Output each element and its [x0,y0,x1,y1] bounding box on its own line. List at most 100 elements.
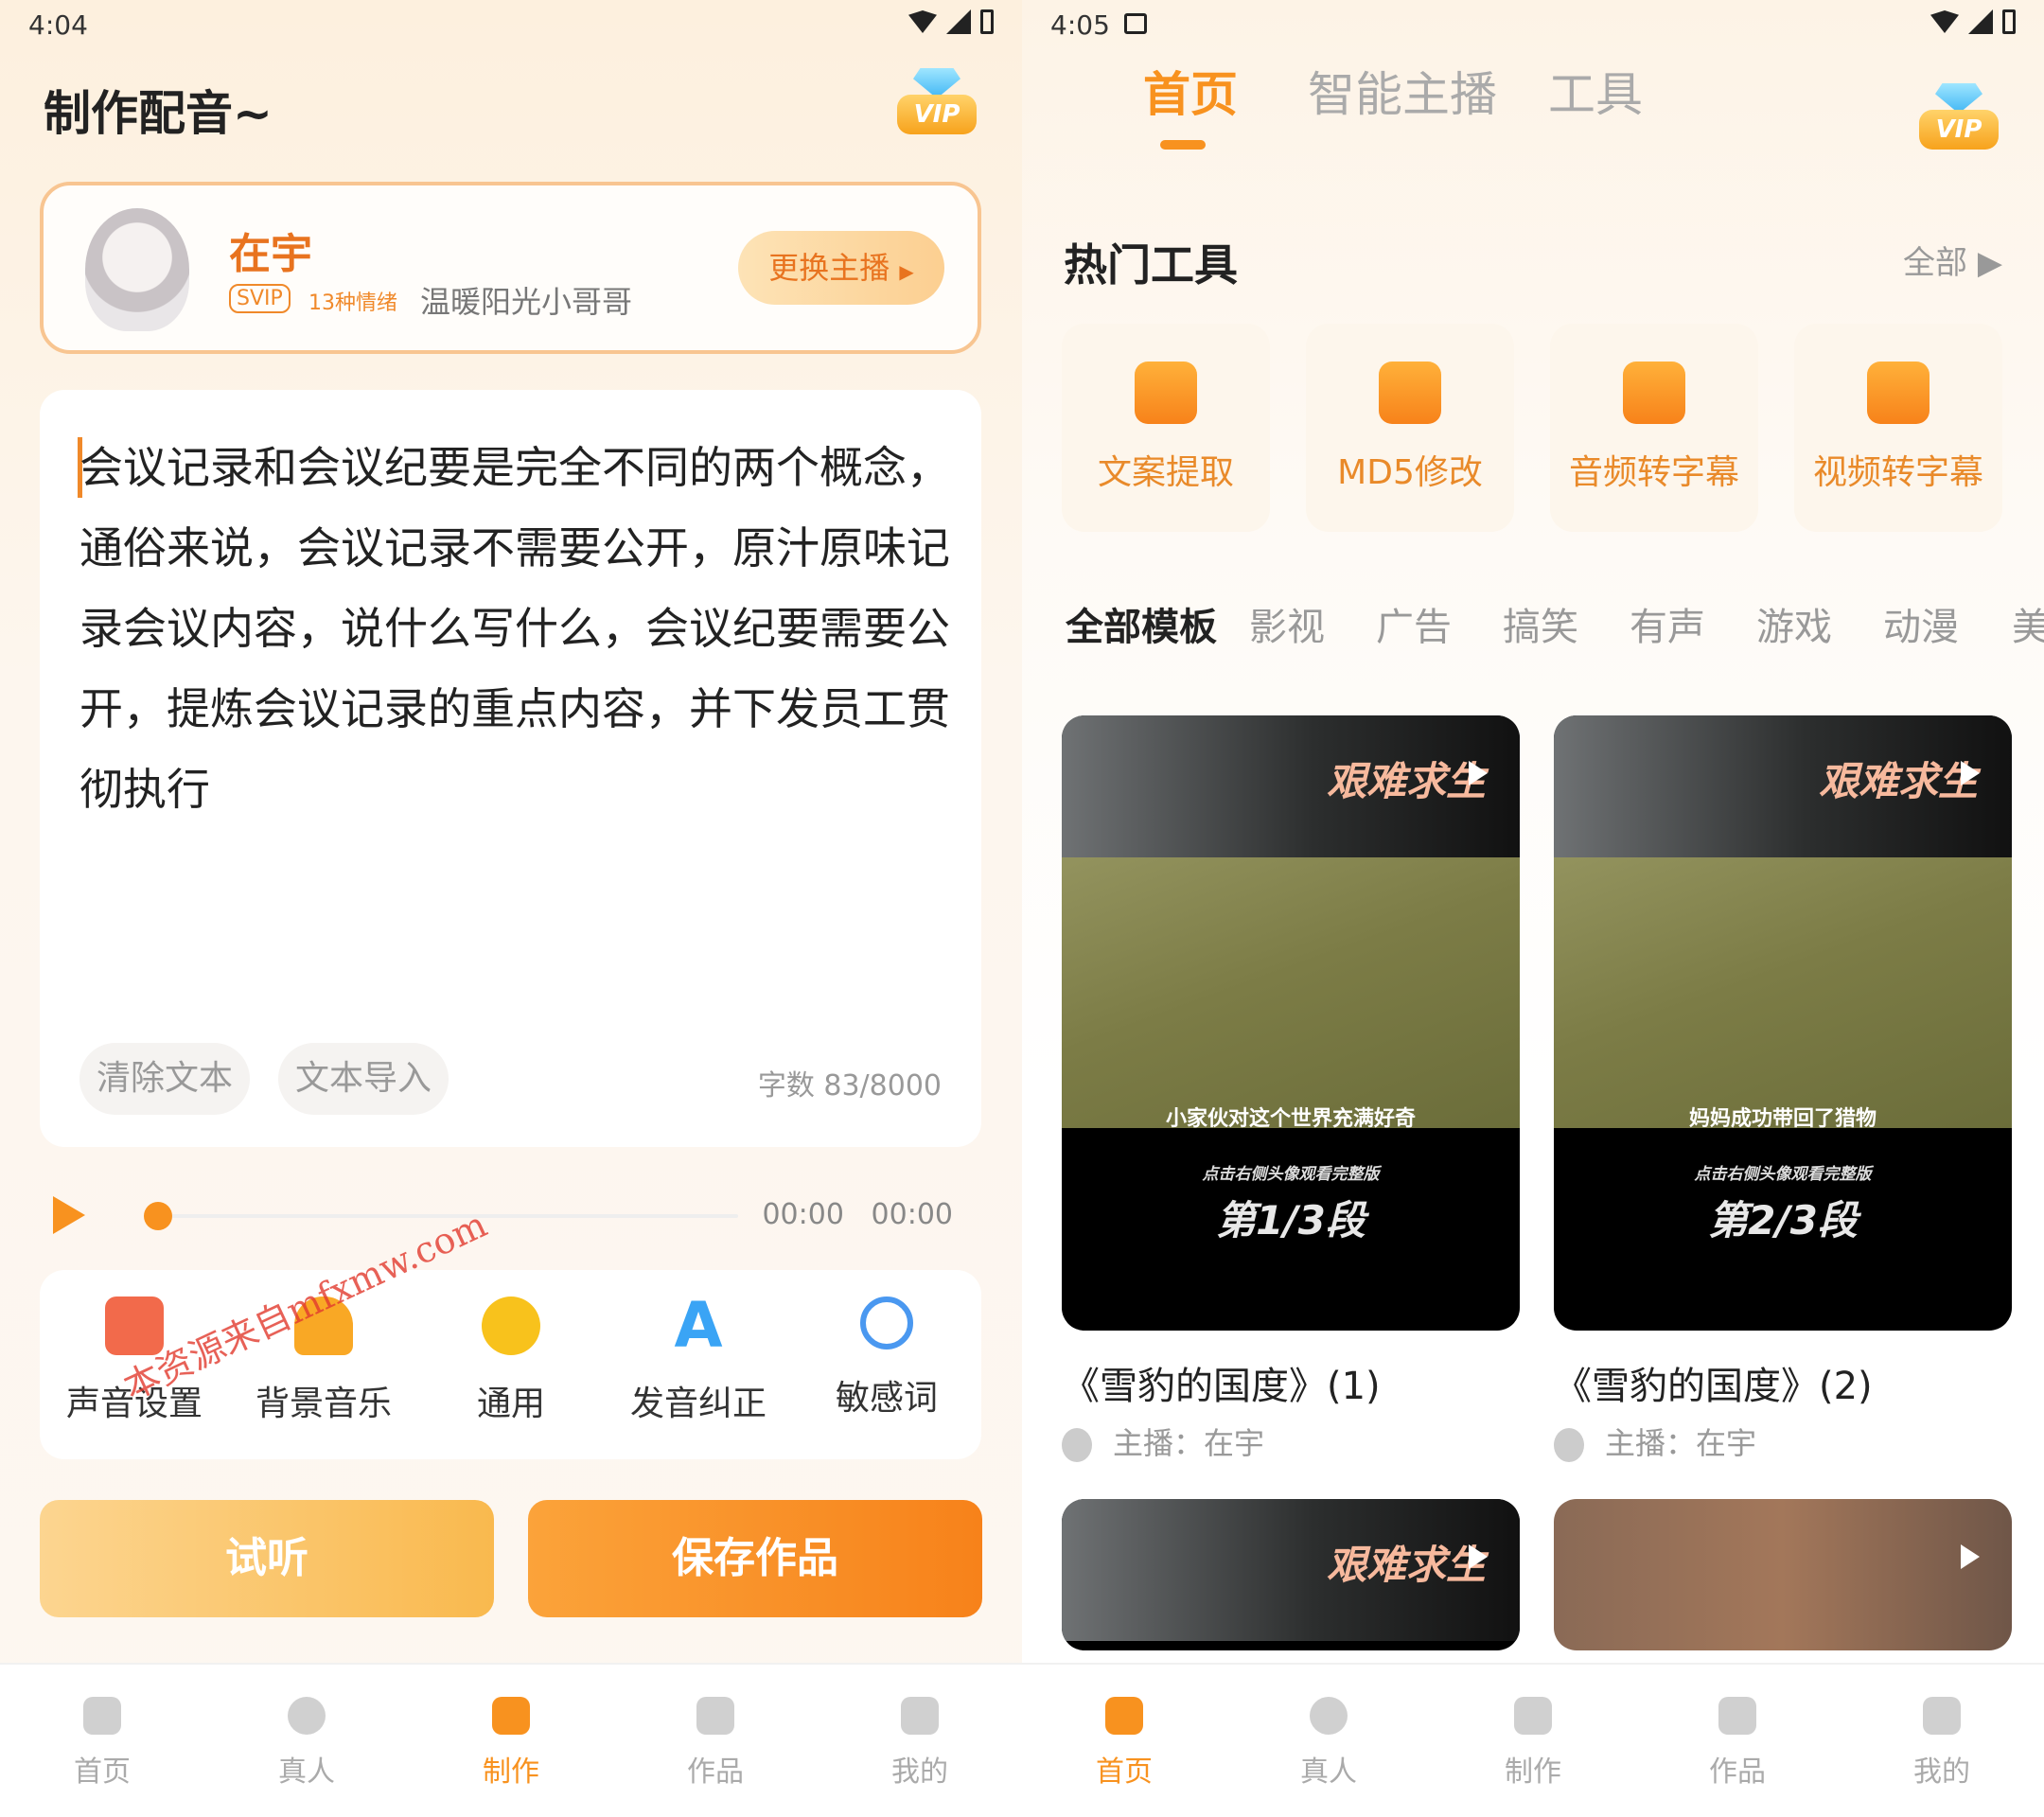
tool-text-extract[interactable]: 文案提取 [1062,324,1270,532]
video-thumbnail[interactable] [1554,1499,2012,1650]
md5-icon [1379,362,1441,424]
tab-home[interactable]: 首页 [1143,57,1238,125]
page-title: 制作配音~ [44,86,273,141]
home-screen: 4:05 首页 智能主播 工具 VIP 热门工具 全部 ▶ 文案提取 MD5修改… [1022,0,2044,1817]
letter-a-icon: A [674,1289,723,1362]
waveform-icon [492,1697,530,1735]
video-card[interactable]: 艰难求生 小家伙对这个世界充满好奇 点击右侧头像观看完整版 第1/3段 《雪豹的… [1062,715,1520,1463]
status-bar: 4:04 [0,0,1022,47]
prohibited-icon [860,1297,913,1350]
battery-icon [980,9,994,34]
signal-icon [1968,9,1993,34]
tab-home[interactable]: 首页 [45,1697,159,1790]
person-icon [1310,1697,1348,1735]
audio-subtitle-icon [1623,362,1685,424]
tab-real-person[interactable]: 真人 [1272,1697,1385,1790]
anchor-description: 温暖阳光小哥哥 [420,284,633,320]
tab-mine[interactable]: 我的 [1885,1697,1999,1790]
video-thumbnail[interactable]: 艰难求生 妈妈成功带回了猎物 点击右侧头像观看完整版 第2/3段 [1554,715,2012,1331]
vip-label: VIP [1919,110,1999,150]
dubbing-editor-screen: 4:04 制作配音~ VIP 在宇 SVIP 13种情绪 温暖阳光小哥哥 更换主… [0,0,1022,1817]
category-games[interactable]: 游戏 [1756,596,1832,651]
tool-sensitive-words[interactable]: 敏感词 [802,1297,972,1420]
bottom-tab-bar: 首页 真人 制作 作品 我的 [0,1663,1022,1817]
battery-icon [2002,9,2016,34]
smiley-icon [482,1297,540,1355]
tab-works[interactable]: 作品 [1681,1697,1794,1790]
video-thumbnail[interactable]: 艰难求生 小家伙对这个世界充满好奇 点击右侧头像观看完整版 第1/3段 [1062,715,1520,1331]
avatar [1062,1428,1092,1462]
hot-tools-title: 热门工具 [1064,239,1238,291]
save-work-button[interactable]: 保存作品 [528,1500,982,1617]
category-more[interactable]: 美 [2012,596,2044,651]
tool-general[interactable]: 通用 [426,1297,596,1425]
bottom-tab-bar: 首页 真人 制作 作品 我的 [1022,1663,2044,1817]
category-film[interactable]: 影视 [1249,596,1325,651]
import-text-button[interactable]: 文本导入 [278,1043,449,1115]
profile-icon [901,1697,939,1735]
audio-player: 00:00 00:00 [40,1183,981,1249]
script-editor[interactable]: 会议记录和会议纪要是完全不同的两个概念，通俗来说，会议记录不需要公开，原汁原味记… [40,390,981,1147]
progress-knob[interactable] [144,1202,172,1230]
play-arrow-icon: ▶ [899,260,914,283]
char-count: 字数 83/8000 [757,1069,942,1103]
video-card[interactable] [1554,1499,2012,1650]
video-title: 《雪豹的国度》(1) [1062,1365,1381,1408]
current-time: 00:00 [762,1198,844,1231]
tab-real-person[interactable]: 真人 [250,1697,363,1790]
tab-works[interactable]: 作品 [659,1697,772,1790]
play-icon[interactable] [53,1196,85,1234]
tool-video-subtitle[interactable]: 视频转字幕 [1794,324,2002,532]
listen-button[interactable]: 试听 [40,1500,494,1617]
clear-text-button[interactable]: 清除文本 [79,1043,251,1115]
video-thumbnail[interactable]: 艰难求生 [1062,1499,1520,1650]
tool-audio-subtitle[interactable]: 音频转字幕 [1550,324,1758,532]
change-anchor-label: 更换主播 [768,250,890,286]
change-anchor-button[interactable]: 更换主播 ▶ [738,231,944,305]
status-time: 4:05 [1050,9,1110,41]
status-bar: 4:05 [1022,0,2044,47]
active-tab-indicator [1160,140,1206,150]
vip-button[interactable]: VIP [1919,83,1999,157]
category-funny[interactable]: 搞笑 [1503,596,1578,651]
tool-pronunciation[interactable]: A 发音纠正 [613,1289,784,1425]
avatar [1554,1428,1584,1462]
tab-mine[interactable]: 我的 [863,1697,977,1790]
wifi-icon [1930,10,1959,33]
document-icon [1718,1697,1756,1735]
tab-smart-anchor[interactable]: 智能主播 [1308,57,1497,125]
video-subtitle-icon [1867,362,1929,424]
tab-create[interactable]: 制作 [1476,1697,1590,1790]
video-anchor: 主播：在宇 [1605,1425,1757,1461]
video-card[interactable]: 艰难求生 妈妈成功带回了猎物 点击右侧头像观看完整版 第2/3段 《雪豹的国度》… [1554,715,2012,1463]
profile-icon [1923,1697,1961,1735]
tool-md5[interactable]: MD5修改 [1306,324,1514,532]
tab-home[interactable]: 首页 [1067,1697,1181,1790]
text-extract-icon [1135,362,1197,424]
script-text[interactable]: 会议记录和会议纪要是完全不同的两个概念，通俗来说，会议记录不需要公开，原汁原味记… [79,428,950,830]
document-icon [696,1697,734,1735]
category-anime[interactable]: 动漫 [1883,596,1959,651]
play-icon [1469,761,1488,785]
category-ads[interactable]: 广告 [1376,596,1452,651]
view-all-link[interactable]: 全部 ▶ [1903,237,2002,283]
person-icon [288,1697,326,1735]
image-notification-icon [1124,13,1147,34]
category-audio[interactable]: 有声 [1630,596,1705,651]
status-time: 4:04 [28,9,88,41]
emotion-count: 13种情绪 [308,291,397,315]
anchor-name: 在宇 [229,230,312,278]
category-all[interactable]: 全部模板 [1066,596,1217,651]
anchor-card: 在宇 SVIP 13种情绪 温暖阳光小哥哥 更换主播 ▶ [40,182,981,354]
total-time: 00:00 [871,1198,953,1231]
vip-label: VIP [897,95,977,134]
svip-badge: SVIP [229,284,291,313]
tab-tools[interactable]: 工具 [1548,57,1643,125]
home-icon [83,1697,121,1735]
play-icon [1961,761,1980,785]
tab-create[interactable]: 制作 [454,1697,568,1790]
play-icon [1961,1544,1980,1569]
play-icon [1469,1544,1488,1569]
video-card[interactable]: 艰难求生 [1062,1499,1520,1650]
vip-button[interactable]: VIP [897,68,977,142]
